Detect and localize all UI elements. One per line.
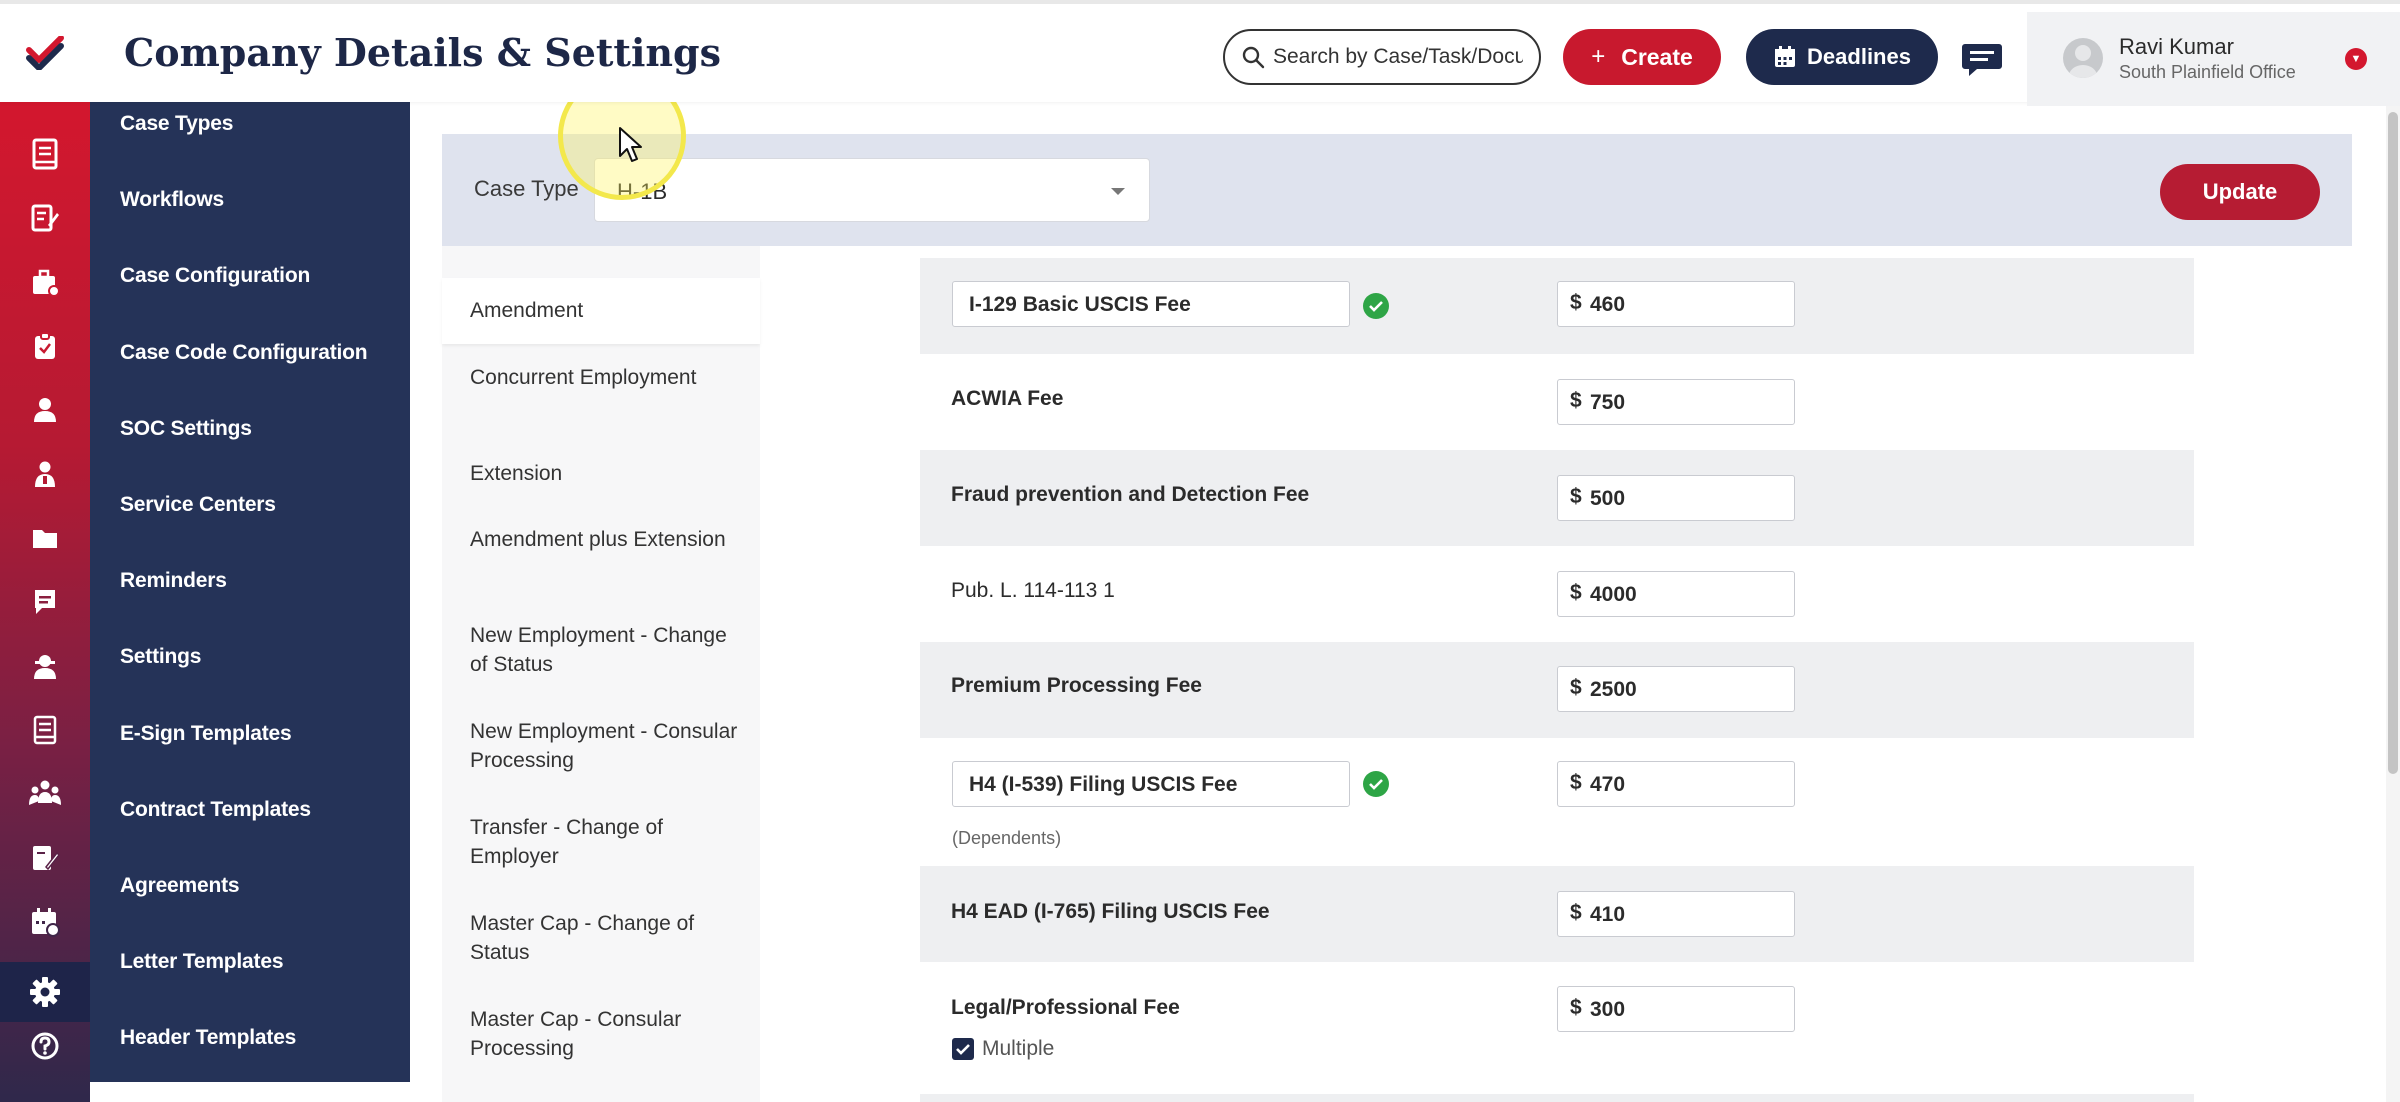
fee-name-input[interactable]: H4 (I-539) Filing USCIS Fee — [952, 761, 1350, 807]
deadlines-button[interactable]: Deadlines — [1746, 29, 1938, 85]
team-icon[interactable] — [0, 770, 90, 818]
clipboard-icon[interactable] — [0, 322, 90, 370]
fee-amount-input[interactable]: $300 — [1557, 986, 1795, 1032]
sidebar-item-case-types[interactable]: Case Types — [120, 112, 233, 136]
book-icon[interactable] — [0, 130, 90, 178]
calendar-rail-icon[interactable] — [0, 898, 90, 946]
fee-name-input[interactable]: I-129 Basic USCIS Fee — [952, 281, 1350, 327]
page-title: Company Details & Settings — [124, 30, 722, 75]
sidebar-item-service-centers[interactable]: Service Centers — [120, 493, 276, 517]
fee-note: (Dependents) — [952, 828, 1062, 848]
sidebar-item-header-templates[interactable]: Header Templates — [120, 1026, 296, 1050]
subtype-amendment[interactable]: Amendment — [470, 296, 740, 325]
fee-row: Pub. L. 114-113 1 $4000 — [920, 546, 2194, 642]
user-icon[interactable] — [0, 386, 90, 434]
check-circle-icon — [1363, 293, 1389, 319]
fee-name-label: Premium Processing Fee — [951, 674, 1202, 697]
sidebar-item-contract-templates[interactable]: Contract Templates — [120, 798, 311, 822]
sidebar-item-reminders[interactable]: Reminders — [120, 569, 227, 593]
subtype-extension[interactable]: Extension — [470, 459, 740, 488]
fee-row: H4 (I-539) Filing USCIS Fee $470 (Depend… — [920, 738, 2194, 866]
subtype-new-employment-cos[interactable]: New Employment - Change of Status — [470, 621, 740, 679]
scrollbar-thumb[interactable] — [2388, 112, 2398, 774]
deadlines-label: Deadlines — [1807, 44, 1911, 69]
fee-row: H4 EAD (I-765) Filing USCIS Fee $410 — [920, 866, 2194, 962]
fee-name-label: Pub. L. 114-113 1 — [951, 579, 1115, 602]
edit-doc-icon[interactable] — [0, 194, 90, 242]
fee-row: Fraud prevention and Detection Fee $500 — [920, 450, 2194, 546]
sidebar-item-case-configuration[interactable]: Case Configuration — [120, 264, 310, 288]
sidebar-next-item[interactable] — [110, 1086, 410, 1102]
fee-name-label: H4 EAD (I-765) Filing USCIS Fee — [951, 900, 1270, 923]
sidebar-item-case-code-configuration[interactable]: Case Code Configuration — [120, 341, 368, 365]
fee-row-next — [920, 1094, 2194, 1102]
user-office: South Plainfield Office — [2119, 62, 2296, 82]
settings-sidebar: Case Types Workflows Case Configuration … — [90, 102, 410, 1082]
fee-row: Premium Processing Fee $2500 — [920, 642, 2194, 738]
case-type-label: Case Type — [474, 176, 579, 201]
calendar-icon — [1775, 46, 1796, 67]
top-header: Company Details & Settings + Create Dead… — [0, 0, 2400, 106]
briefcase-icon[interactable] — [0, 258, 90, 306]
fee-amount-input[interactable]: $4000 — [1557, 571, 1795, 617]
avatar — [2063, 38, 2103, 78]
plus-icon: + — [1591, 43, 1606, 70]
subtype-master-cap-cp[interactable]: Master Cap - Consular Processing — [470, 1005, 740, 1063]
subtype-transfer-change-of-employer[interactable]: Transfer - Change of Employer — [470, 813, 740, 871]
sidebar-item-workflows[interactable]: Workflows — [120, 188, 224, 212]
search-input[interactable] — [1273, 45, 1523, 69]
app-logo[interactable] — [0, 4, 90, 102]
fee-name-label: Fraud prevention and Detection Fee — [951, 483, 1310, 506]
fee-amount-input[interactable]: $750 — [1557, 379, 1795, 425]
person-icon[interactable] — [0, 450, 90, 498]
check-circle-icon — [1363, 771, 1389, 797]
subtype-amendment-plus-extension[interactable]: Amendment plus Extension — [470, 525, 740, 554]
logo-check-icon — [26, 36, 64, 70]
case-type-value: H-1B — [617, 179, 668, 204]
fee-name-label: Legal/Professional Fee — [951, 996, 1180, 1019]
multiple-checkbox[interactable] — [952, 1038, 974, 1060]
user-name: Ravi Kumar — [2119, 34, 2234, 59]
chevron-down-icon[interactable]: ▼ — [2345, 48, 2367, 70]
multiple-label: Multiple — [982, 1037, 1055, 1060]
fee-amount-input[interactable]: $500 — [1557, 475, 1795, 521]
user-menu[interactable]: Ravi Kumar South Plainfield Office ▼ — [2027, 12, 2400, 106]
create-label: Create — [1621, 43, 1693, 70]
help-icon[interactable] — [0, 1022, 90, 1070]
create-button[interactable]: + Create — [1563, 29, 1721, 85]
update-button[interactable]: Update — [2160, 164, 2320, 220]
chat-icon — [1962, 44, 2002, 76]
fee-row: I-129 Basic USCIS Fee $460 — [920, 258, 2194, 354]
fee-amount-input[interactable]: $410 — [1557, 891, 1795, 937]
case-type-select[interactable]: H-1B — [594, 158, 1150, 222]
fee-amount-input[interactable]: $460 — [1557, 281, 1795, 327]
search-icon — [1242, 46, 1265, 69]
user-badge-icon[interactable] — [0, 642, 90, 690]
settings-gear-icon[interactable] — [0, 962, 90, 1022]
case-type-toolbar: Case Type H-1B Update — [442, 134, 2352, 246]
caret-down-icon — [1111, 188, 1125, 195]
fee-amount-input[interactable]: $2500 — [1557, 666, 1795, 712]
icon-rail — [0, 102, 90, 1102]
folder-icon[interactable] — [0, 514, 90, 562]
signature-icon[interactable] — [0, 834, 90, 882]
fee-name-label: ACWIA Fee — [951, 387, 1064, 410]
user-silhouette-icon — [2069, 45, 2097, 78]
messages-button[interactable] — [1961, 42, 2003, 78]
fee-row: Legal/Professional Fee $300 Multiple — [920, 962, 2194, 1102]
ledger-icon[interactable] — [0, 706, 90, 754]
subtype-concurrent-employment[interactable]: Concurrent Employment — [470, 363, 740, 392]
subtype-new-employment-cp[interactable]: New Employment - Consular Processing — [470, 717, 740, 775]
sidebar-item-letter-templates[interactable]: Letter Templates — [120, 950, 283, 974]
global-search[interactable] — [1223, 29, 1541, 85]
sidebar-item-agreements[interactable]: Agreements — [120, 874, 240, 898]
sidebar-item-settings[interactable]: Settings — [120, 645, 201, 669]
sidebar-item-e-sign-templates[interactable]: E-Sign Templates — [120, 722, 292, 746]
fee-amount-input[interactable]: $470 — [1557, 761, 1795, 807]
sidebar-item-soc-settings[interactable]: SOC Settings — [120, 417, 252, 441]
subtype-master-cap-cos[interactable]: Master Cap - Change of Status — [470, 909, 740, 967]
fee-row: ACWIA Fee $750 — [920, 354, 2194, 450]
case-subtype-list: Amendment Concurrent Employment Extensio… — [442, 246, 760, 1102]
message-icon[interactable] — [0, 578, 90, 626]
